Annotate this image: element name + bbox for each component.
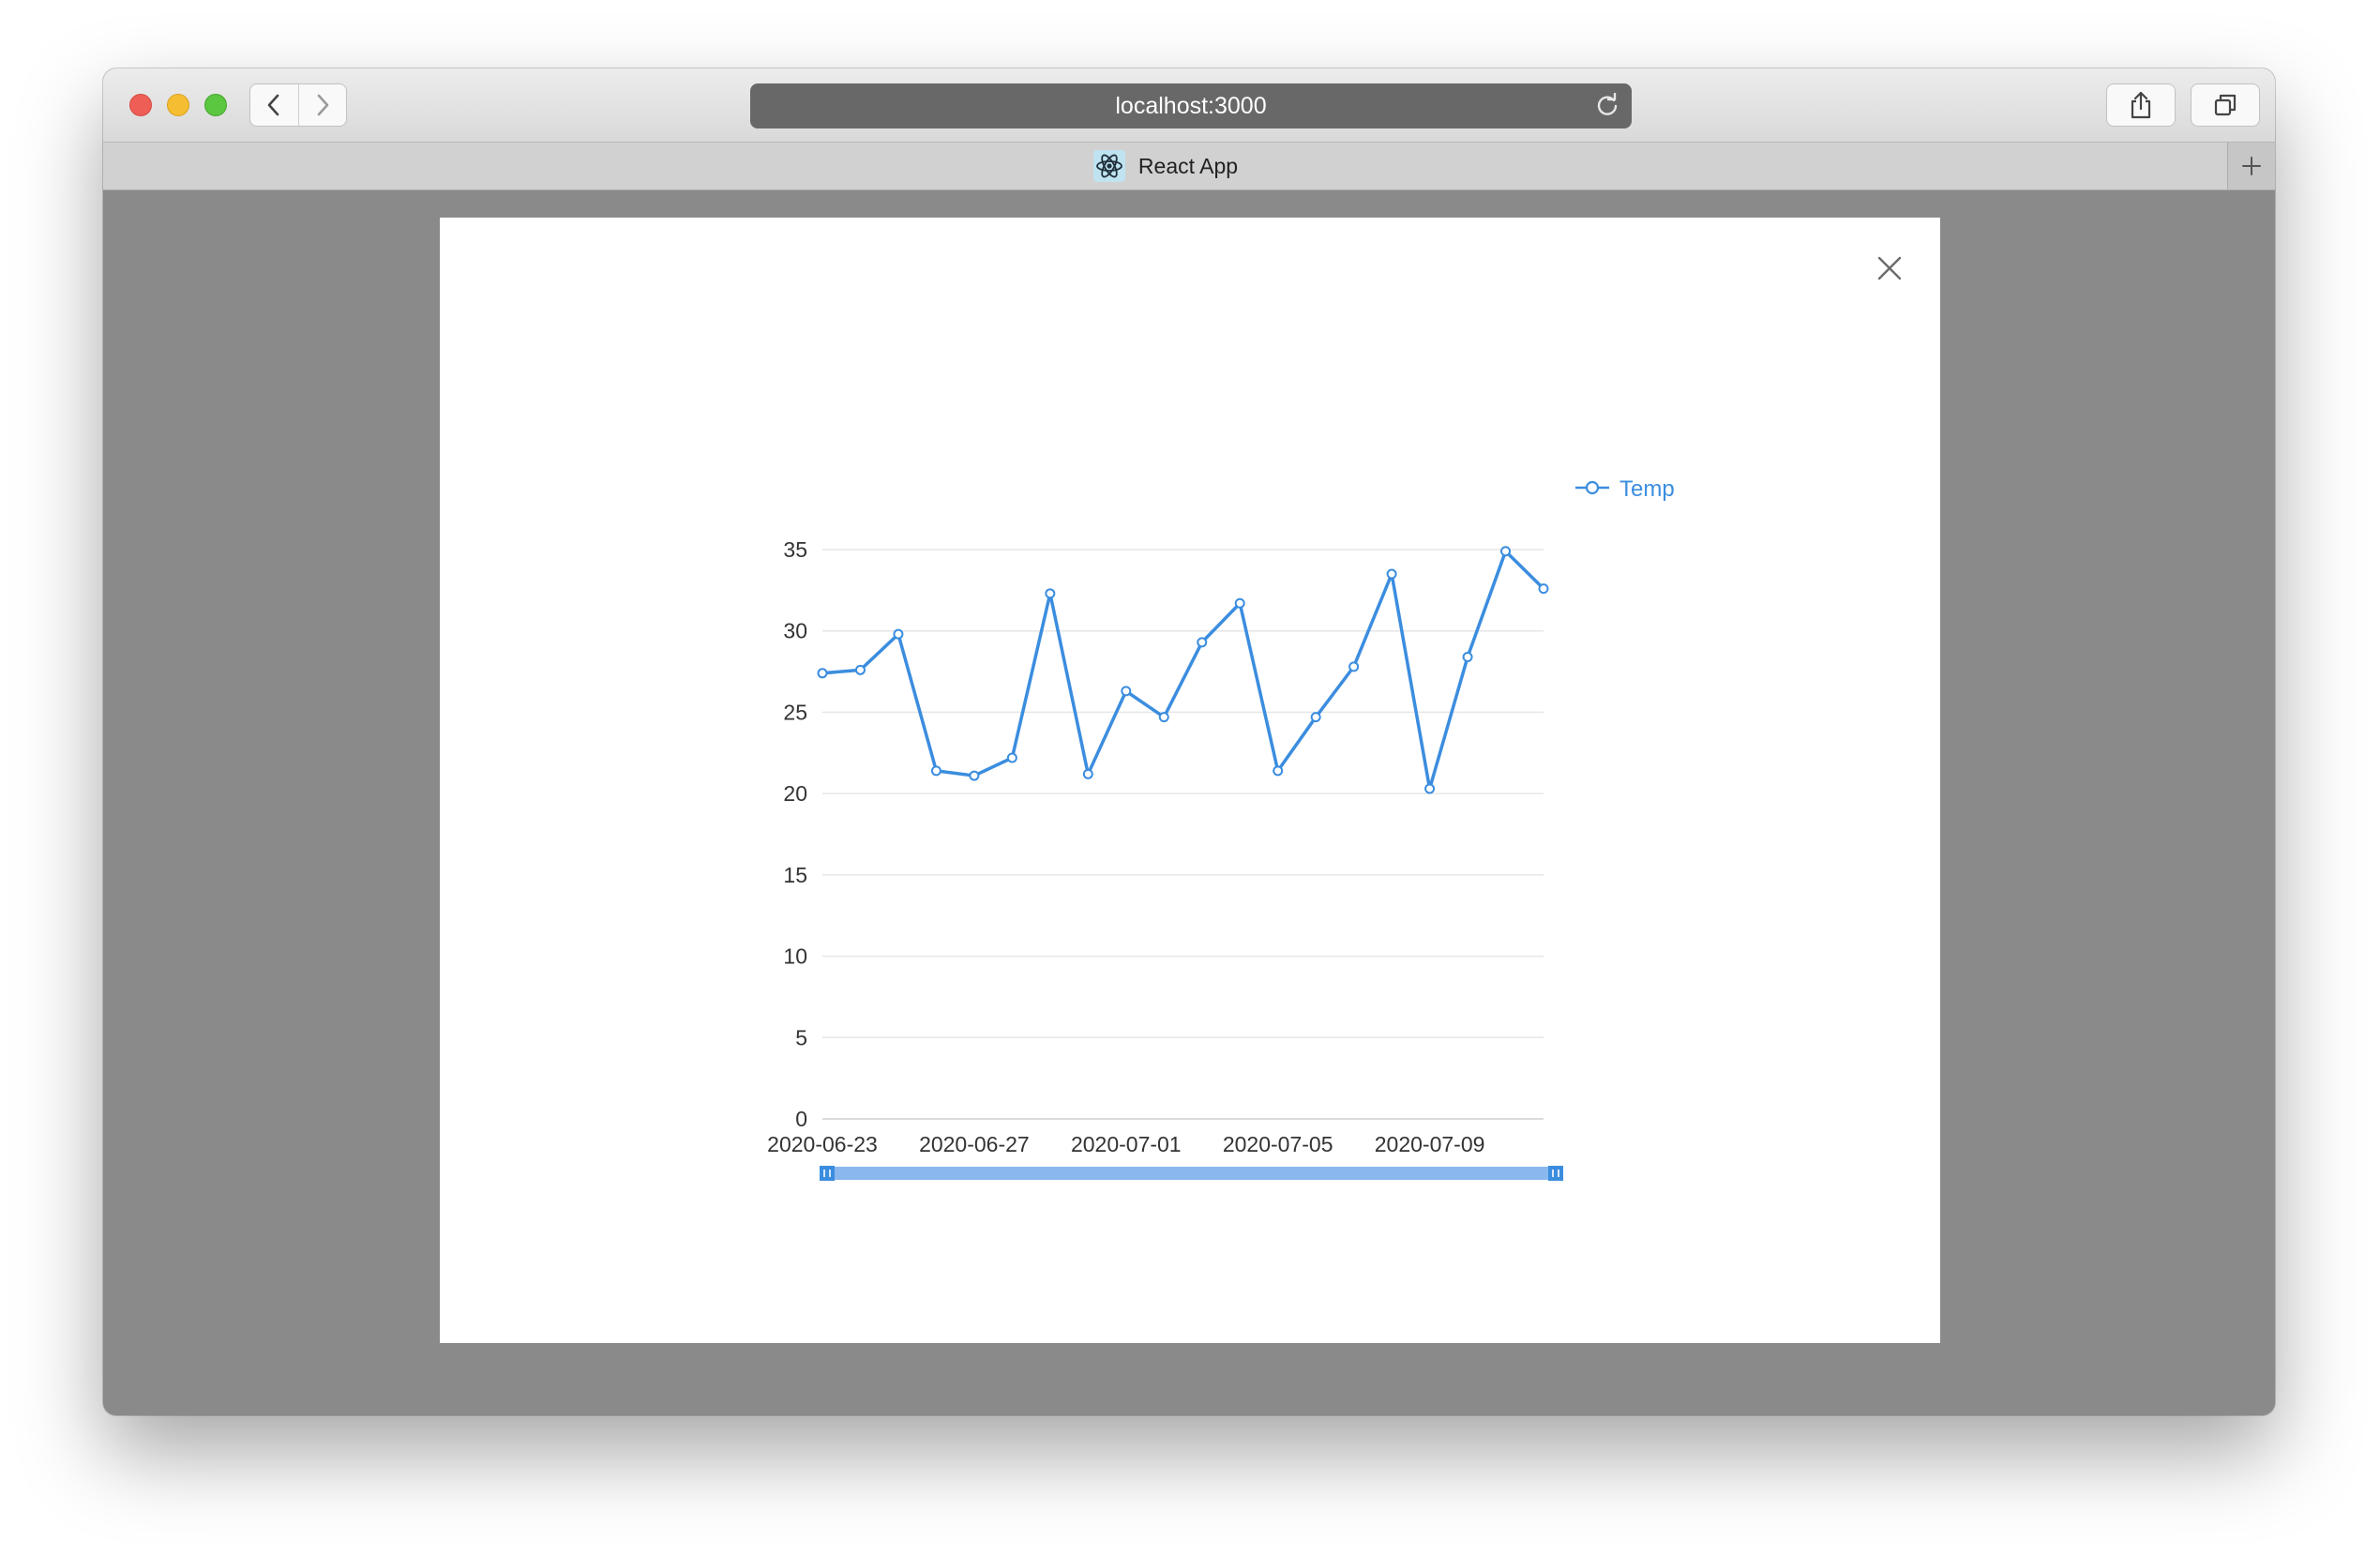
reload-icon — [1597, 92, 1618, 115]
data-point[interactable] — [1158, 712, 1169, 723]
tab-bar: React App — [103, 143, 2275, 190]
reload-button[interactable] — [1594, 92, 1620, 126]
y-tick-label: 15 — [783, 863, 807, 887]
y-tick-label: 25 — [783, 700, 807, 724]
address-bar[interactable]: localhost:3000 — [750, 83, 1632, 128]
window-minimize-button[interactable] — [167, 94, 189, 116]
data-point[interactable] — [817, 668, 828, 679]
tab-react-app[interactable]: React App — [103, 143, 2228, 189]
tab-overview-button[interactable] — [2191, 83, 2260, 127]
series-line-temp — [821, 549, 1545, 791]
data-point[interactable] — [969, 770, 980, 781]
url-text: localhost:3000 — [1115, 92, 1267, 119]
y-tick-label: 5 — [795, 1025, 807, 1049]
data-point[interactable] — [1006, 752, 1017, 763]
data-point[interactable] — [1348, 661, 1360, 672]
data-point[interactable] — [1197, 637, 1208, 648]
window-close-button[interactable] — [129, 94, 152, 116]
legend-point-marker — [1585, 480, 1600, 495]
data-zoom-end-handle[interactable] — [1548, 1166, 1563, 1181]
data-point[interactable] — [930, 765, 941, 777]
data-zoom-start-handle[interactable] — [820, 1166, 835, 1181]
legend-item-temp[interactable]: Temp — [1619, 476, 1675, 502]
x-tick-label: 2020-07-05 — [1223, 1132, 1333, 1156]
page-content: 0 5 10 15 20 25 30 35 2020-06-23 2020-06-27 2020-0… — [103, 190, 2275, 1415]
y-tick-label: 10 — [783, 944, 807, 969]
data-point[interactable] — [1386, 568, 1397, 580]
data-zoom-range[interactable] — [827, 1167, 1556, 1180]
share-icon — [2131, 91, 2151, 119]
y-tick-label: 20 — [783, 781, 807, 806]
chevron-left-icon — [267, 94, 279, 116]
data-point[interactable] — [1462, 651, 1473, 662]
chart-modal: 0 5 10 15 20 25 30 35 2020-06-23 2020-06-27 2020-0… — [440, 218, 1940, 1343]
data-point[interactable] — [1273, 765, 1284, 777]
data-point[interactable] — [1045, 588, 1056, 599]
chevron-right-icon — [317, 94, 329, 116]
data-point[interactable] — [1234, 597, 1245, 609]
plus-icon — [2242, 157, 2261, 175]
share-button[interactable] — [2106, 83, 2176, 127]
data-point[interactable] — [1310, 712, 1321, 723]
y-tick-label: 0 — [795, 1107, 807, 1131]
x-tick-label: 2020-07-01 — [1071, 1132, 1182, 1156]
forward-button[interactable] — [297, 84, 347, 126]
back-button[interactable] — [250, 84, 298, 126]
tab-title: React App — [1137, 153, 1239, 178]
new-tab-button[interactable] — [2227, 143, 2275, 189]
x-tick-label: 2020-06-23 — [767, 1132, 878, 1156]
data-point[interactable] — [893, 628, 904, 640]
navigation-buttons — [249, 83, 347, 127]
data-point[interactable] — [1424, 783, 1436, 794]
data-point[interactable] — [1538, 583, 1549, 595]
x-tick-label: 2020-07-09 — [1375, 1132, 1485, 1156]
data-point[interactable] — [854, 664, 866, 675]
data-point[interactable] — [1121, 686, 1132, 697]
x-tick-label: 2020-06-27 — [919, 1132, 1030, 1156]
temperature-line-chart: 0 5 10 15 20 25 30 35 2020-06-23 2020-06-27 2020-0… — [767, 476, 1675, 1181]
data-point[interactable] — [1082, 768, 1093, 779]
y-tick-label: 30 — [783, 619, 807, 643]
tabs-overview-icon — [2214, 94, 2237, 116]
y-tick-label: 35 — [783, 537, 807, 562]
browser-window: localhost:3000 React App 0 5 10 15 20 25… — [103, 68, 2275, 1415]
react-logo-icon — [1092, 150, 1125, 182]
window-zoom-button[interactable] — [204, 94, 227, 116]
title-bar: localhost:3000 — [103, 68, 2275, 143]
data-point[interactable] — [1500, 546, 1512, 557]
